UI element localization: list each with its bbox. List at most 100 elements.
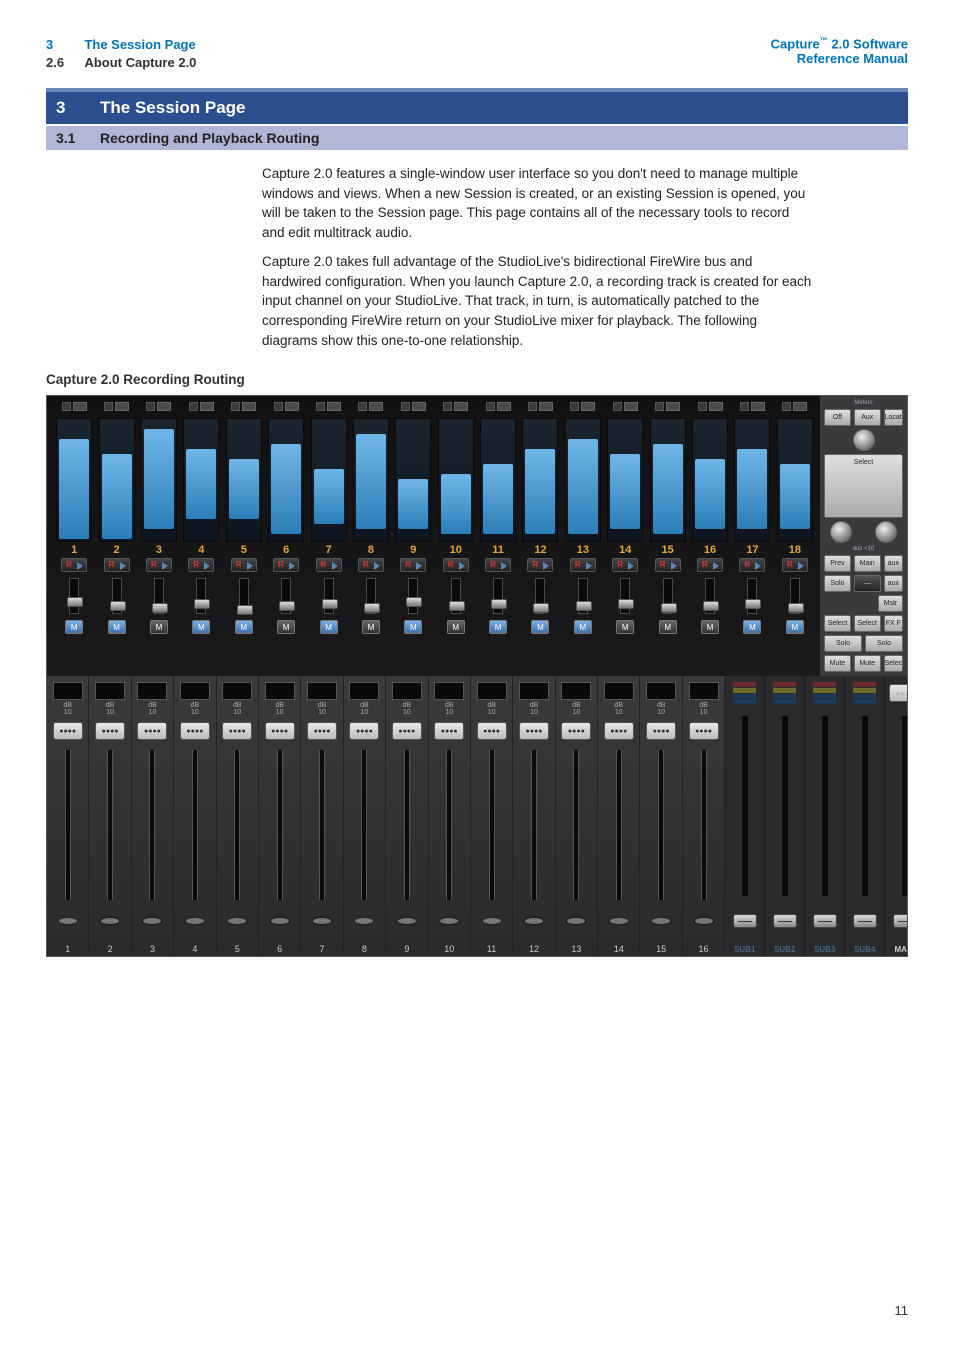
fader-slot[interactable] [366,578,376,614]
fx-button[interactable]: FX F [884,615,903,632]
channel-fader[interactable] [404,750,410,900]
mute-button[interactable]: M [192,620,210,634]
locate-button[interactable]: Locate [884,409,903,426]
channel-fader[interactable] [234,750,240,900]
fader-slot[interactable] [196,578,206,614]
fader-cap-icon[interactable] [525,918,543,924]
mute-button[interactable]: M [447,620,465,634]
fader-cap-icon[interactable] [567,918,585,924]
fader-cap-icon[interactable] [440,918,458,924]
fader-cap-icon[interactable] [893,914,908,928]
record-arm-button[interactable] [612,558,638,572]
pan-knob[interactable]: ●●●● [689,722,719,740]
mute-button[interactable]: M [786,620,804,634]
fader-slot[interactable] [620,578,630,614]
mute-button[interactable]: M [235,620,253,634]
record-arm-button[interactable] [739,558,765,572]
pan-knob[interactable]: ●●●● [604,722,634,740]
knob-left[interactable] [830,521,852,543]
pan-knob[interactable]: ●●●● [561,722,591,740]
record-arm-button[interactable] [104,558,130,572]
fader-slot[interactable] [408,578,418,614]
select-button-4[interactable]: Select [884,655,903,672]
pan-knob[interactable]: ●●●● [222,722,252,740]
solo-button-1[interactable]: Solo [824,575,851,592]
mute-button-1[interactable]: Mute [824,655,851,672]
fader-cap-icon[interactable] [143,918,161,924]
mute-button[interactable]: M [743,620,761,634]
fader-slot[interactable] [790,578,800,614]
prev-button[interactable]: Prev [824,555,851,572]
sub-fader[interactable] [862,716,868,896]
record-arm-button[interactable] [231,558,257,572]
fader-cap-icon[interactable] [853,914,877,928]
solo-button-2[interactable]: Solo [824,635,862,652]
mute-button[interactable]: M [277,620,295,634]
fader-cap-icon[interactable] [733,914,757,928]
meters-aux-button[interactable]: Aux [854,409,881,426]
fader-cap-icon[interactable] [313,918,331,924]
mute-button[interactable]: M [574,620,592,634]
channel-fader[interactable] [616,750,622,900]
mute-button[interactable]: M [531,620,549,634]
channel-fader[interactable] [361,750,367,900]
fader-slot[interactable] [747,578,757,614]
main-fader[interactable] [902,716,908,896]
channel-fader[interactable] [192,750,198,900]
record-arm-button[interactable] [697,558,723,572]
fader-slot[interactable] [663,578,673,614]
record-arm-button[interactable] [273,558,299,572]
fader-slot[interactable] [69,578,79,614]
channel-fader[interactable] [531,750,537,900]
record-arm-button[interactable] [316,558,342,572]
pan-knob[interactable]: ●●●● [180,722,210,740]
mute-button[interactable]: M [150,620,168,634]
fader-slot[interactable] [324,578,334,614]
record-arm-button[interactable] [570,558,596,572]
fader-cap-icon[interactable] [483,918,501,924]
aux-mute-button[interactable]: aux Mt [884,575,903,592]
record-arm-button[interactable] [358,558,384,572]
fader-slot[interactable] [535,578,545,614]
fader-cap-icon[interactable] [652,918,670,924]
pan-knob[interactable]: ●●●● [95,722,125,740]
record-arm-button[interactable] [527,558,553,572]
select-button-2[interactable]: Select [824,615,851,632]
assign-knob[interactable] [853,429,875,451]
solo-button-3[interactable]: Solo [865,635,903,652]
pan-knob[interactable]: ●●●● [307,722,337,740]
sub-fader[interactable] [822,716,828,896]
blank-button[interactable]: — [854,575,881,592]
fader-cap-icon[interactable] [773,914,797,928]
fader-slot[interactable] [112,578,122,614]
record-arm-button[interactable] [400,558,426,572]
mute-button[interactable]: M [108,620,126,634]
pan-knob[interactable]: ●●●● [392,722,422,740]
pan-knob[interactable]: ●●●● [434,722,464,740]
pan-knob[interactable]: ●●●● [477,722,507,740]
pan-knob[interactable]: ●●●● [646,722,676,740]
mute-button[interactable]: M [404,620,422,634]
fader-slot[interactable] [239,578,249,614]
mute-button[interactable]: M [320,620,338,634]
channel-fader[interactable] [277,750,283,900]
channel-fader[interactable] [573,750,579,900]
main-button[interactable]: Main [854,555,881,572]
fader-cap-icon[interactable] [695,918,713,924]
sub-fader[interactable] [742,716,748,896]
channel-fader[interactable] [658,750,664,900]
channel-fader[interactable] [149,750,155,900]
record-arm-button[interactable] [61,558,87,572]
fader-slot[interactable] [705,578,715,614]
fader-cap-icon[interactable] [228,918,246,924]
channel-fader[interactable] [65,750,71,900]
mute-button[interactable]: M [659,620,677,634]
fader-slot[interactable] [451,578,461,614]
sub-fader[interactable] [782,716,788,896]
fader-slot[interactable] [493,578,503,614]
record-arm-button[interactable] [655,558,681,572]
fader-slot[interactable] [578,578,588,614]
record-arm-button[interactable] [443,558,469,572]
mute-button[interactable]: M [489,620,507,634]
pan-knob[interactable]: ●●●● [519,722,549,740]
